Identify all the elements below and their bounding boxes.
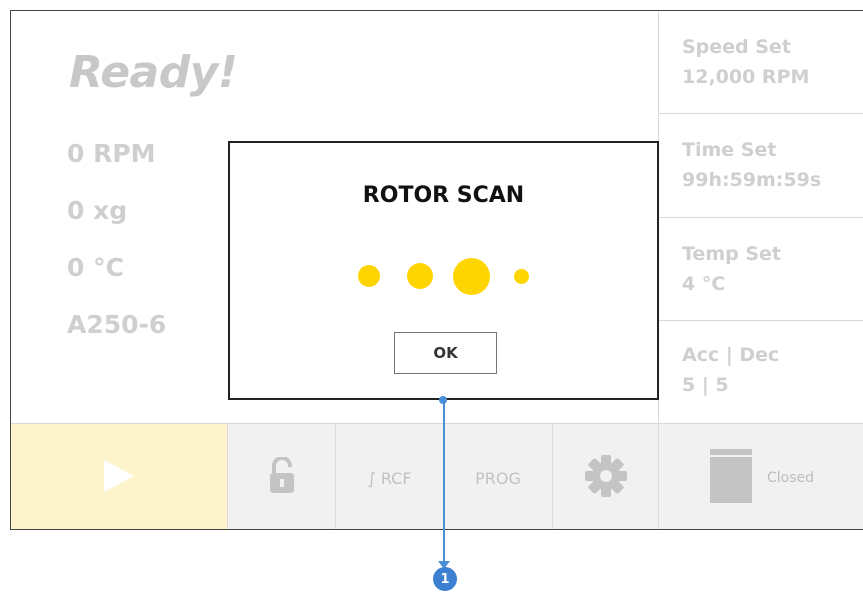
rotor-readout: A250-6 xyxy=(67,310,167,339)
speed-set-label: Speed Set xyxy=(682,36,791,58)
force-readout: 0 xg xyxy=(67,196,128,225)
acc-dec-value: 5 | 5 xyxy=(682,374,729,396)
start-button[interactable] xyxy=(11,424,228,529)
time-set-cell[interactable]: Time Set 99h:59m:59s xyxy=(659,114,863,218)
time-set-label: Time Set xyxy=(682,139,777,161)
time-set-value: 99h:59m:59s xyxy=(682,169,822,191)
dialog-title: ROTOR SCAN xyxy=(362,183,525,208)
ok-button[interactable]: OK xyxy=(394,332,497,374)
temp-set-cell[interactable]: Temp Set 4 °C xyxy=(659,218,863,321)
speed-set-cell[interactable]: Speed Set 12,000 RPM xyxy=(659,11,863,114)
speed-readout: 0 RPM xyxy=(67,139,156,168)
temperature-readout: 0 °C xyxy=(67,253,124,282)
settings-button[interactable] xyxy=(553,424,659,529)
program-button[interactable]: PROG xyxy=(444,424,553,529)
callout-line xyxy=(443,399,445,565)
settings-panel: Speed Set 12,000 RPM Time Set 99h:59m:59… xyxy=(658,11,863,423)
rcf-button[interactable]: ∫ RCF xyxy=(336,424,444,529)
bottom-toolbar: ∫ RCF PROG Closed xyxy=(11,423,863,529)
temp-set-label: Temp Set xyxy=(682,243,781,265)
progress-dot xyxy=(453,258,490,295)
acc-dec-label: Acc | Dec xyxy=(682,344,780,366)
speed-set-value: 12,000 RPM xyxy=(682,66,810,88)
callout-badge: 1 xyxy=(433,567,457,591)
unlock-icon xyxy=(268,456,296,499)
progress-dot xyxy=(407,263,433,289)
prog-label: PROG xyxy=(475,468,521,488)
lid-icon xyxy=(709,448,753,508)
acc-dec-cell[interactable]: Acc | Dec 5 | 5 xyxy=(659,321,863,423)
rcf-label: ∫ RCF xyxy=(367,468,412,488)
temp-set-value: 4 °C xyxy=(682,273,726,295)
lid-status-label: Closed xyxy=(766,470,815,486)
status-title: Ready! xyxy=(69,47,238,98)
gear-icon xyxy=(583,453,629,503)
rotor-scan-dialog: ROTOR SCAN OK xyxy=(228,141,659,400)
play-icon xyxy=(102,458,136,498)
lid-status-button[interactable]: Closed xyxy=(659,424,863,529)
progress-dot xyxy=(358,265,380,287)
centrifuge-screen: Ready! 0 RPM 0 xg 0 °C A250-6 Speed Set … xyxy=(10,10,863,530)
lid-lock-button[interactable] xyxy=(228,424,336,529)
progress-dot xyxy=(514,269,529,284)
